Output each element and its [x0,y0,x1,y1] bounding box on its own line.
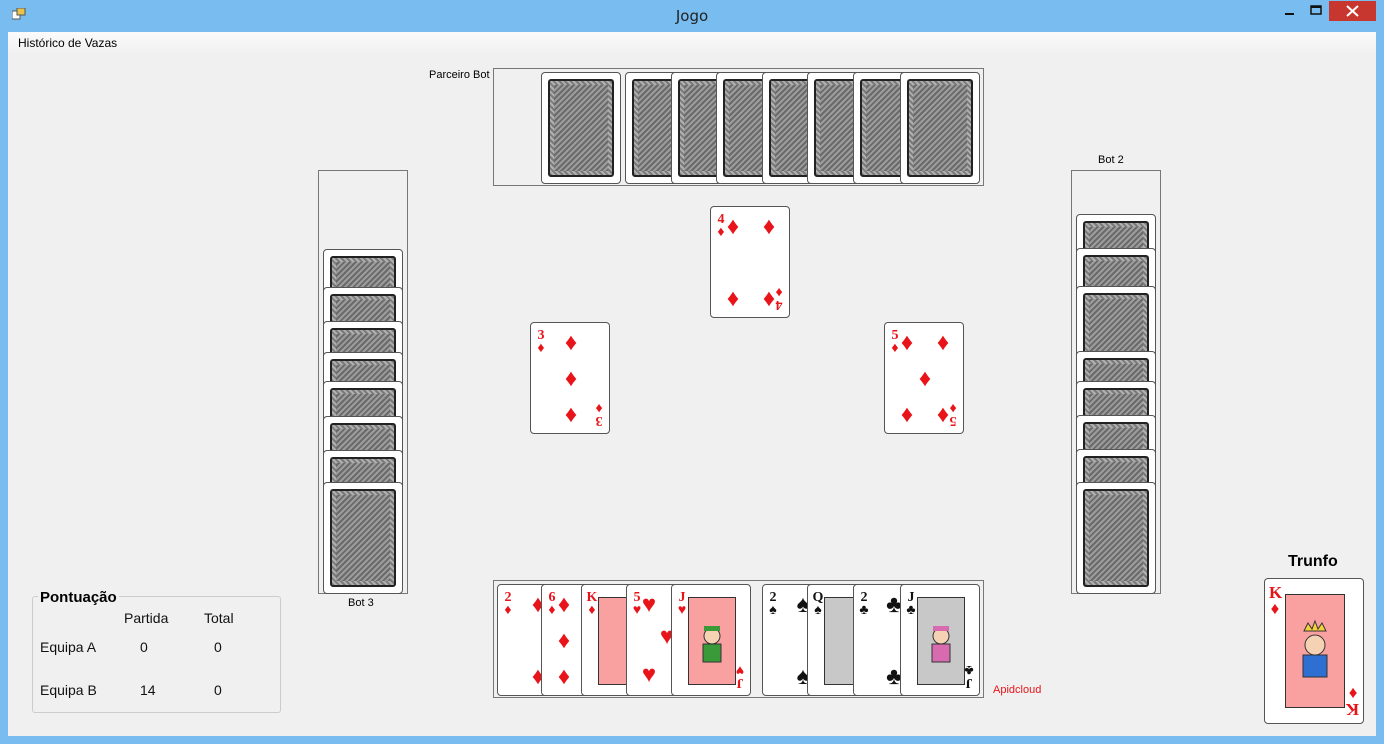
menu-bar: Histórico de Vazas [8,32,1376,54]
jack-face-icon [688,597,736,685]
maximize-icon[interactable] [1303,1,1329,21]
team-a-partida: 0 [140,639,148,655]
score-header-total: Total [204,610,234,626]
score-title: Pontuação [38,589,119,606]
jack-face-icon [917,597,965,685]
played-card-right: 5 ♦ ♦ ♦ ♦ ♦ ♦ 5 ♦ [884,322,964,434]
team-a-label: Equipa A [40,639,97,655]
team-a-total: 0 [214,639,222,655]
trump-label: Trunfo [1288,553,1338,570]
bot3-hand [318,170,408,594]
bot2-hand [1071,170,1161,594]
played-card-left: 3 ♦ ♦ ♦ ♦ 3 ♦ [530,322,610,434]
card-back [541,72,621,184]
team-b-partida: 14 [140,682,156,698]
team-b-label: Equipa B [40,682,97,698]
partner-hand [493,68,984,186]
window-title: Jogo [675,7,709,25]
game-window: Jogo Histórico de Vazas Parceiro Bot Bot… [0,0,1384,744]
partner-label: Parceiro Bot [429,69,490,81]
card-back [323,482,403,594]
bot3-label: Bot 3 [348,597,374,609]
menu-historico-vazas[interactable]: Histórico de Vazas [18,36,117,50]
hand-card[interactable]: J ♥ J ♥ [671,584,751,696]
client-area: Histórico de Vazas Parceiro Bot Bot 3 Bo… [8,32,1376,736]
card-back [1076,482,1156,594]
card-back [900,72,980,184]
played-card-top: 4 ♦ ♦ ♦ ♦ ♦ 4 ♦ [710,206,790,318]
player-hand: 2♦ ♦♦ 6♦ ♦♦♦ K♦ 5♥ ♥♥♥ J♥ J♥ [493,580,984,698]
player-name: Apidcloud [993,684,1042,696]
king-face-icon [1285,594,1345,708]
bot2-label: Bot 2 [1098,154,1124,166]
team-b-total: 0 [214,682,222,698]
hand-card[interactable]: J ♣ J ♣ [900,584,980,696]
close-button[interactable] [1329,1,1376,21]
score-header-partida: Partida [124,610,169,626]
title-bar: Jogo [0,0,1384,32]
minimize-icon[interactable] [1277,1,1303,21]
trump-card: K ♦ K ♦ [1264,578,1364,724]
